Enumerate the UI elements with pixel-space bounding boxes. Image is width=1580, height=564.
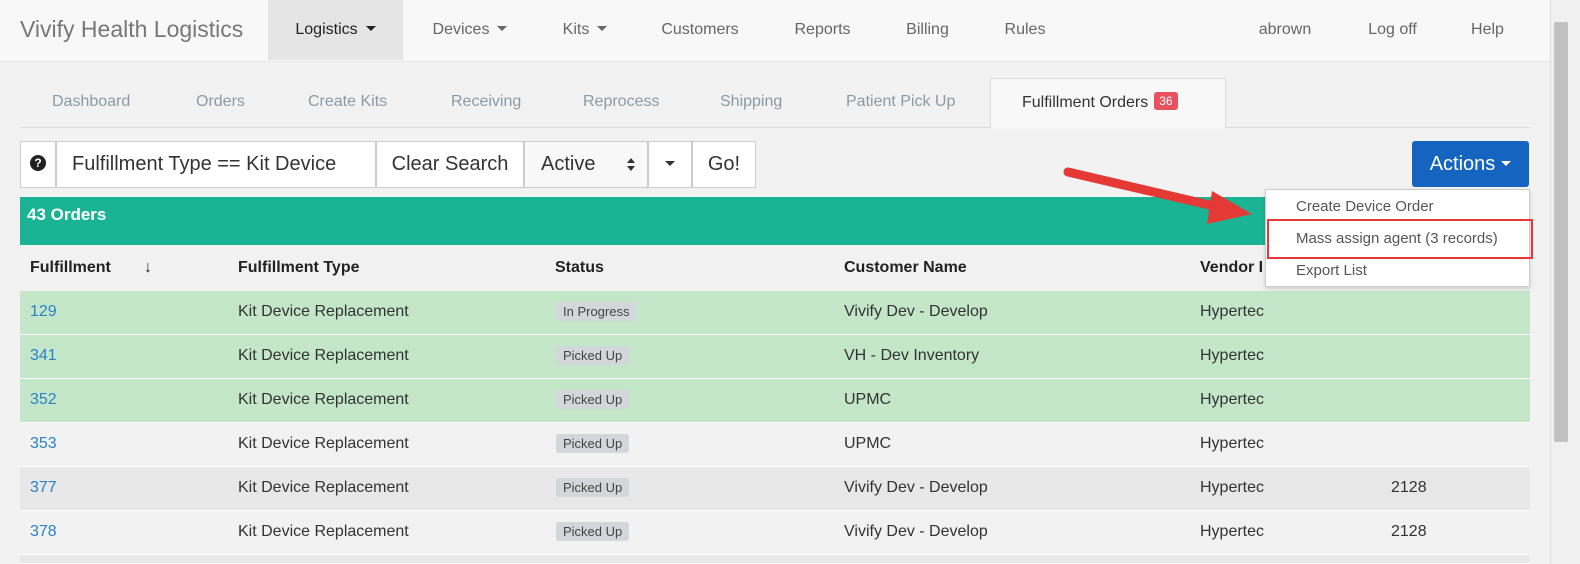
- page-scrollbar[interactable]: [1550, 0, 1580, 564]
- scrollbar-thumb[interactable]: [1554, 22, 1568, 442]
- annotation-arrow-icon: [1063, 167, 1252, 224]
